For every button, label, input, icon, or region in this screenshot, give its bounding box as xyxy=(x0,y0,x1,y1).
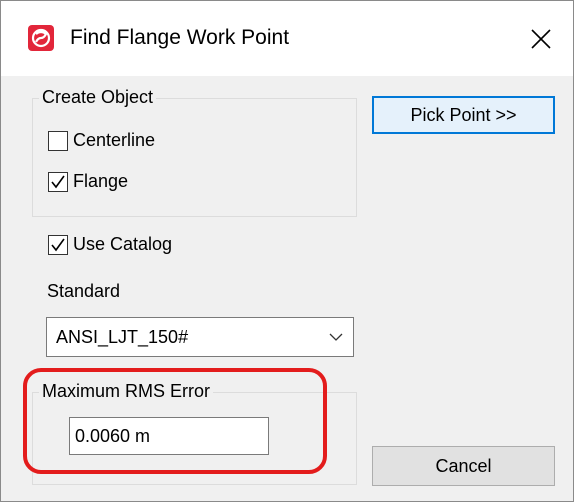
use-catalog-label: Use Catalog xyxy=(73,234,173,254)
pick-point-button[interactable]: Pick Point >> xyxy=(372,96,555,134)
standard-label: Standard xyxy=(47,281,121,301)
create-object-legend: Create Object xyxy=(39,87,157,108)
centerline-label: Centerline xyxy=(73,130,156,150)
chevron-down-icon xyxy=(329,333,343,341)
close-icon xyxy=(531,29,551,49)
use-catalog-checkbox-box[interactable] xyxy=(48,235,68,255)
cancel-button[interactable]: Cancel xyxy=(372,446,555,486)
create-object-group xyxy=(32,98,357,217)
rms-error-value: 0.0060 m xyxy=(75,426,151,446)
rms-error-input[interactable]: 0.0060 m xyxy=(69,417,269,455)
checkmark-icon xyxy=(51,238,65,252)
standard-select-value: ANSI_LJT_150# xyxy=(56,327,189,347)
close-button[interactable] xyxy=(521,19,561,59)
rms-error-legend: Maximum RMS Error xyxy=(39,381,214,402)
app-logo-icon xyxy=(28,25,54,51)
dialog-window: Find Flange Work Point Create Object Cen… xyxy=(0,0,574,502)
title-bar[interactable]: Find Flange Work Point xyxy=(1,1,573,76)
window-title: Find Flange Work Point xyxy=(70,26,290,49)
centerline-checkbox-box[interactable] xyxy=(48,131,68,151)
flange-label: Flange xyxy=(73,171,129,191)
standard-select[interactable]: ANSI_LJT_150# xyxy=(46,317,354,357)
checkmark-icon xyxy=(51,175,65,189)
flange-checkbox-box[interactable] xyxy=(48,172,68,192)
